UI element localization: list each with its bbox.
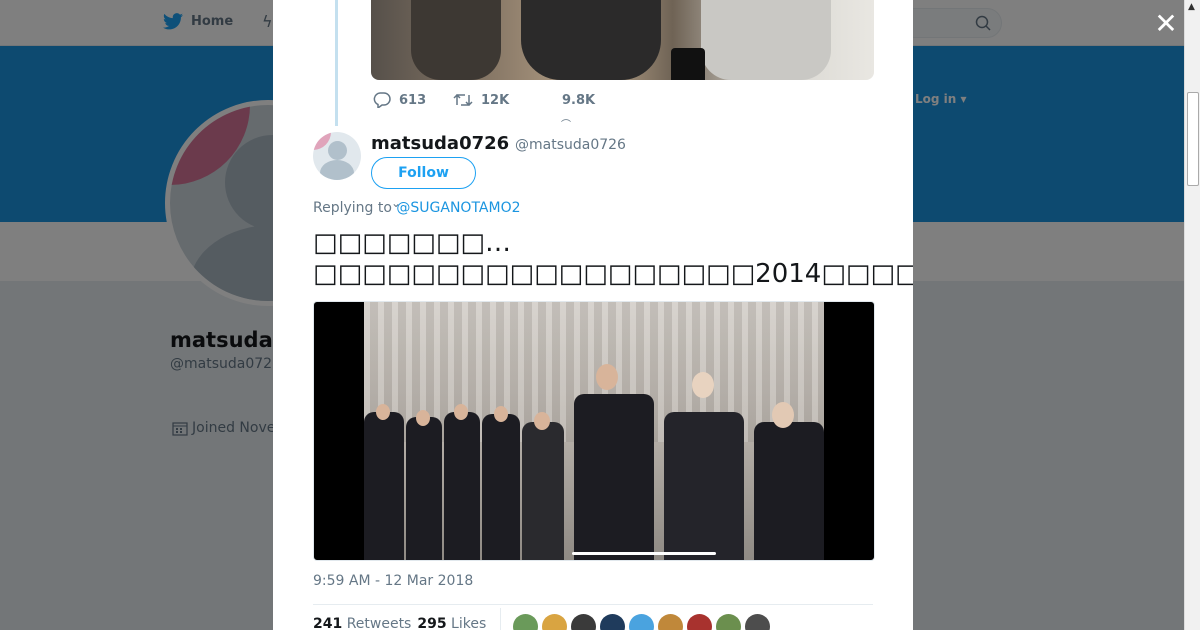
retweets-stat[interactable]: 241 Retweets <box>313 616 411 630</box>
liker-avatar[interactable] <box>658 614 683 630</box>
liker-avatar[interactable] <box>745 614 770 630</box>
photo-content <box>364 302 824 560</box>
retweet-icon <box>453 93 473 107</box>
tweet-text-line-2: □□□□□□□□□□□□□□□□□□2014□□□□□□□□□□□□□□□□□□… <box>313 259 913 289</box>
liker-avatar[interactable] <box>629 614 654 630</box>
follow-button[interactable]: Follow <box>371 157 476 189</box>
scrollbar-thumb[interactable] <box>1187 92 1199 186</box>
liker-avatar[interactable] <box>600 614 625 630</box>
reply-button[interactable]: 613 <box>373 92 453 108</box>
retweet-button[interactable]: 12K <box>453 92 562 108</box>
scroll-up-icon[interactable]: ▲ <box>1188 2 1195 12</box>
replying-handle-link[interactable]: @SUGANOTAMO2 <box>396 200 520 216</box>
tweet-timestamp[interactable]: 9:59 AM - 12 Mar 2018 <box>313 573 473 589</box>
retweets-label: Retweets <box>346 616 412 630</box>
author-avatar[interactable] <box>313 132 361 180</box>
tweet-modal: 613 12K 9.8K ⌒ matsuda0726 @matsuda0726 … <box>273 0 913 630</box>
thread-line <box>335 0 338 126</box>
like-count: 9.8K <box>562 92 596 108</box>
stats-separator <box>500 608 501 630</box>
close-icon[interactable]: ✕ <box>1152 10 1180 38</box>
media-progress-bar <box>572 552 716 555</box>
liker-avatar[interactable] <box>542 614 567 630</box>
parent-tweet-actions: 613 12K 9.8K <box>373 92 595 108</box>
liker-avatar[interactable] <box>571 614 596 630</box>
parent-tweet-photo[interactable] <box>371 0 874 80</box>
like-indicator: ⌒ <box>561 120 571 131</box>
liker-avatar[interactable] <box>513 614 538 630</box>
replying-prefix: Replying to <box>313 200 397 216</box>
tweet-stats: 241 Retweets 295 Likes <box>313 616 486 630</box>
retweet-count: 12K <box>481 92 510 108</box>
liker-avatar[interactable] <box>716 614 741 630</box>
likes-stat[interactable]: 295 Likes <box>417 616 486 630</box>
likes-label: Likes <box>451 616 487 630</box>
likes-count: 295 <box>417 616 447 630</box>
tweet-text-line-1: □□□□□□□… <box>313 228 511 258</box>
reply-count: 613 <box>399 92 427 108</box>
author-handle[interactable]: @matsuda0726 <box>515 137 626 153</box>
reply-icon <box>373 92 391 108</box>
like-button[interactable]: 9.8K <box>562 93 595 108</box>
author-name[interactable]: matsuda0726 <box>371 133 509 154</box>
divider <box>313 604 873 605</box>
tweet-text: □□□□□□□… □□□□□□□□□□□□□□□□□□2014□□□□□□□□□… <box>313 228 913 290</box>
page-scrollbar[interactable]: ▲ <box>1184 0 1200 630</box>
liker-avatar[interactable] <box>687 614 712 630</box>
tweet-photo[interactable] <box>313 301 875 561</box>
liker-avatars <box>513 614 770 630</box>
retweets-count: 241 <box>313 616 343 630</box>
replying-to: Replying to @SUGANOTAMO2 <box>313 200 521 216</box>
